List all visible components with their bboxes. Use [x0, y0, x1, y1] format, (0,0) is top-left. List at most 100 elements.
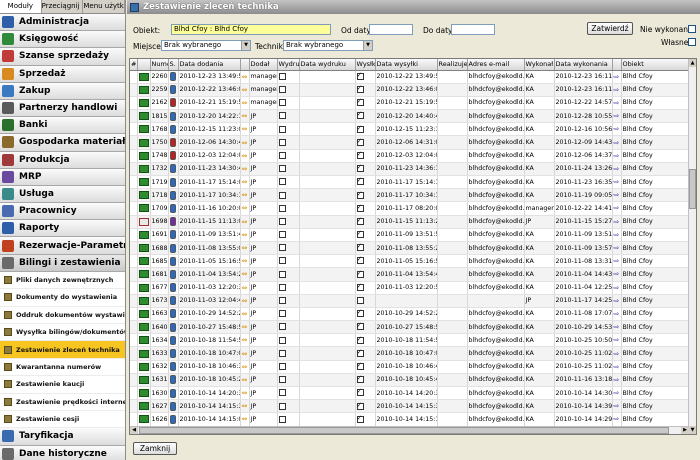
module-sprzedaż[interactable]: Sprzedaż: [0, 65, 125, 83]
wydruk-cell[interactable]: [277, 175, 300, 190]
module-księgowość[interactable]: Księgowość: [0, 31, 125, 49]
column-header[interactable]: [240, 59, 250, 71]
row-selector-cell[interactable]: [130, 267, 138, 282]
wydruk-cell[interactable]: [277, 201, 300, 216]
column-header[interactable]: Obiekt: [621, 59, 691, 71]
wydruk-cell[interactable]: [277, 215, 300, 229]
sent-checkbox[interactable]: [356, 97, 364, 107]
sent-checkbox[interactable]: [356, 229, 364, 239]
printed-checkbox[interactable]: [278, 270, 286, 278]
scroll-left-icon[interactable]: ◀: [130, 427, 138, 434]
row-selector-cell[interactable]: [130, 386, 138, 401]
printed-checkbox[interactable]: [278, 310, 286, 318]
wydruk-cell[interactable]: [277, 162, 300, 177]
sent-checkbox[interactable]: [356, 124, 364, 133]
submenu-item[interactable]: Dokumenty do wystawienia: [0, 289, 125, 307]
submenu-item[interactable]: Zestawienie cesji: [0, 410, 125, 429]
printed-checkbox[interactable]: [278, 72, 286, 80]
module-mrp[interactable]: MRP: [0, 168, 125, 186]
table-row[interactable]: 1719 2010-11-17 15:14:08⇔JP 2010-11-17 15:…: [130, 175, 691, 190]
wlasne-checkbox[interactable]: [688, 38, 696, 46]
row-selector-cell[interactable]: [130, 83, 138, 97]
wydruk-cell[interactable]: [277, 122, 300, 137]
printed-checkbox[interactable]: [278, 323, 286, 331]
column-header[interactable]: Wydruk: [277, 59, 300, 71]
sent-checkbox[interactable]: [356, 414, 364, 423]
wysylka-cell[interactable]: [355, 294, 376, 308]
table-row[interactable]: 1732 2010-11-23 14:30:49⇔JP 2010-11-23 14:…: [130, 162, 691, 177]
wysylka-cell[interactable]: [355, 254, 376, 269]
wysylka-cell[interactable]: [355, 201, 376, 216]
wydruk-cell[interactable]: [277, 386, 300, 401]
printed-checkbox[interactable]: [278, 138, 286, 146]
row-selector-cell[interactable]: [130, 149, 138, 163]
wydruk-cell[interactable]: [277, 109, 300, 124]
module-usługa[interactable]: Usługa: [0, 185, 125, 204]
row-selector-cell[interactable]: [130, 373, 138, 388]
printed-checkbox[interactable]: [278, 217, 286, 225]
submenu-item[interactable]: Zestawienie kaucji: [0, 376, 125, 394]
submenu-item[interactable]: Pliki danych zewnętrznych: [0, 271, 125, 290]
wysylka-cell[interactable]: [355, 122, 376, 137]
wysylka-cell[interactable]: [355, 346, 376, 361]
wydruk-cell[interactable]: [277, 399, 300, 414]
sent-checkbox[interactable]: [356, 110, 364, 120]
table-row[interactable]: 2162 2010-12-21 15:19:51⇔manager 2010-12-2…: [130, 96, 691, 111]
row-selector-cell[interactable]: [130, 162, 138, 177]
column-header[interactable]: Data dodania: [178, 59, 241, 71]
wydruk-cell[interactable]: [277, 360, 300, 374]
table-row[interactable]: 1768 2010-12-15 11:23:09⇔JP 2010-12-15 11:…: [130, 122, 691, 137]
row-selector-cell[interactable]: [130, 96, 138, 111]
wysylka-cell[interactable]: [355, 175, 376, 190]
module-zakup[interactable]: Zakup: [0, 82, 125, 100]
scroll-down-icon[interactable]: ▼: [689, 426, 696, 434]
row-selector-cell[interactable]: [130, 333, 138, 348]
hscroll-thumb[interactable]: [139, 427, 669, 434]
table-row[interactable]: 1691 2010-11-09 13:51:47⇔JP 2010-11-09 13:…: [130, 228, 691, 242]
wysylka-cell[interactable]: [355, 96, 376, 111]
sent-checkbox[interactable]: [356, 190, 364, 199]
wydruk-cell[interactable]: [277, 254, 300, 269]
row-selector-cell[interactable]: [130, 215, 138, 229]
row-selector-cell[interactable]: [130, 307, 138, 322]
printed-checkbox[interactable]: [278, 283, 286, 291]
module-rezerwacje-parametry[interactable]: Rezerwacje-Parametry: [0, 237, 125, 255]
table-row[interactable]: 1633 2010-10-18 10:47:00⇔JP 2010-10-18 10:…: [130, 346, 691, 361]
table-row[interactable]: 1815 2010-12-20 14:22:13⇔JP 2010-12-20 14:…: [130, 109, 691, 124]
table-row[interactable]: 1663 2010-10-29 14:52:20⇔JP 2010-10-29 14:…: [130, 307, 691, 322]
sent-checkbox[interactable]: [356, 176, 364, 186]
row-selector-cell[interactable]: [130, 360, 138, 374]
sent-checkbox[interactable]: [356, 335, 364, 344]
wysylka-cell[interactable]: [355, 241, 376, 256]
submenu-item[interactable]: Kwarantanna numerów: [0, 358, 125, 377]
wydruk-cell[interactable]: [277, 281, 300, 295]
row-selector-cell[interactable]: [130, 70, 138, 84]
sent-checkbox[interactable]: [356, 216, 364, 225]
wydruk-cell[interactable]: [277, 373, 300, 388]
sent-checkbox[interactable]: [356, 137, 364, 146]
table-row[interactable]: 2260 2010-12-23 13:49:51⇔manager 2010-12-2…: [130, 70, 691, 84]
table-row[interactable]: 1627 2010-10-14 14:15:37⇔JP 2010-10-14 14:…: [130, 399, 691, 414]
wysylka-cell[interactable]: [355, 83, 376, 97]
table-row[interactable]: 1709 2010-11-16 10:20:00⇔JP 2010-11-17 08:…: [130, 201, 691, 216]
module-produkcja[interactable]: Produkcja: [0, 151, 125, 169]
printed-checkbox[interactable]: [278, 257, 286, 265]
submenu-item[interactable]: Oddruk dokumentów wystawionych: [0, 306, 125, 324]
module-banki[interactable]: Banki: [0, 117, 125, 135]
wysylka-cell[interactable]: [355, 188, 376, 203]
printed-checkbox[interactable]: [278, 165, 286, 173]
sent-checkbox[interactable]: [356, 387, 364, 397]
nie-wykonane-checkbox[interactable]: [688, 25, 696, 33]
row-selector-cell[interactable]: [130, 228, 138, 242]
printed-checkbox[interactable]: [278, 297, 286, 305]
submenu-item[interactable]: Zestawienie prędkości internetu: [0, 393, 125, 411]
sent-checkbox[interactable]: [356, 348, 364, 357]
module-szanse-sprzedaży[interactable]: Szanse sprzedaży: [0, 48, 125, 66]
printed-checkbox[interactable]: [278, 191, 286, 199]
printed-checkbox[interactable]: [278, 151, 286, 159]
module-pracownicy[interactable]: Pracownicy: [0, 203, 125, 221]
scroll-thumb[interactable]: [689, 169, 696, 209]
wydruk-cell[interactable]: [277, 333, 300, 348]
wydruk-cell[interactable]: [277, 83, 300, 97]
printed-checkbox[interactable]: [278, 178, 286, 186]
